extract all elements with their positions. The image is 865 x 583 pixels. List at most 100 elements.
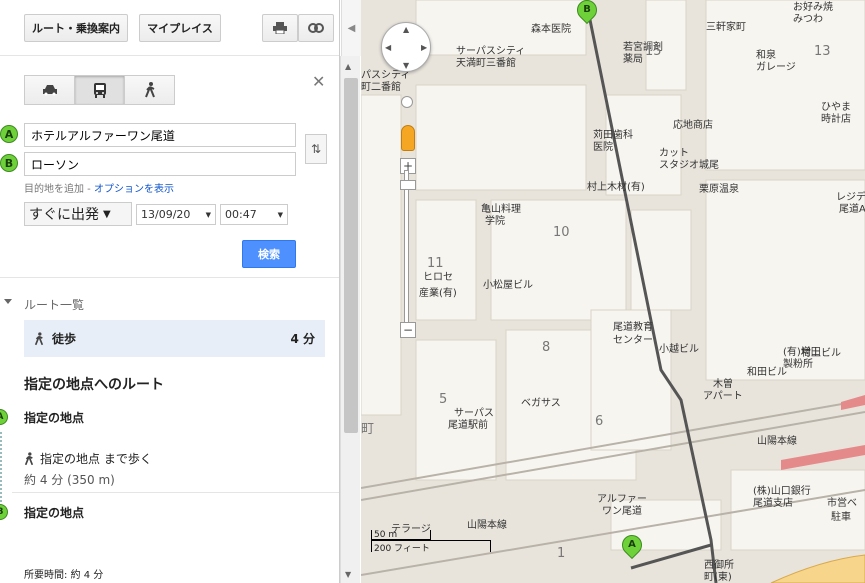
map-place-label[interactable]: 和泉 <box>756 50 776 61</box>
pan-down-icon[interactable]: ▼ <box>403 61 409 70</box>
scroll-down-icon[interactable]: ▼ <box>345 570 351 579</box>
map-place-label[interactable]: ひやま <box>821 102 851 113</box>
myplaces-button[interactable]: マイプレイス <box>139 14 221 42</box>
collapse-panel-button[interactable]: ◀ <box>341 0 361 56</box>
map-place-label[interactable]: 尾道教育 <box>613 322 653 333</box>
map-place-label[interactable]: ガレージ <box>756 62 796 73</box>
map-place-label[interactable]: サーパスシティ <box>456 46 525 57</box>
map-place-label[interactable]: スタジオ城尾 <box>659 160 719 171</box>
map-block-number: 5 <box>439 392 448 407</box>
map-place-label[interactable]: カット <box>659 148 689 159</box>
start-point-name: 指定の地点 <box>24 411 85 425</box>
map-place-label[interactable]: お好み焼 <box>793 2 833 13</box>
route-button[interactable]: ルート・乗換案内 <box>24 14 128 42</box>
pan-up-icon[interactable]: ▲ <box>403 25 409 34</box>
close-icon[interactable]: ✕ <box>312 72 325 91</box>
mode-transit-button[interactable] <box>74 75 125 105</box>
map-block-number: 6 <box>595 414 604 429</box>
map-place-label[interactable]: 森本医院 <box>531 24 571 35</box>
map-block-number: 15 <box>645 44 662 59</box>
map-place-label[interactable]: 亀山料理 <box>481 204 521 215</box>
map-place-label[interactable]: 小松屋ビル <box>483 280 533 291</box>
map-place-label[interactable]: (株)山口銀行 <box>753 486 811 497</box>
map-block-number: 10 <box>553 225 570 240</box>
map-place-label[interactable]: 応地商店 <box>673 120 713 131</box>
time-input[interactable]: 00:47 ▼ <box>220 204 288 225</box>
print-button[interactable] <box>262 14 298 42</box>
map-place-label[interactable]: 町(東) <box>704 572 732 583</box>
top-toolbar: ルート・乗換案内 マイプレイス <box>0 0 339 56</box>
start-pin-icon: A <box>0 409 8 425</box>
zoom-slider-thumb[interactable] <box>400 180 416 190</box>
map-place-label[interactable]: 西御所 <box>704 560 734 571</box>
add-destination-link[interactable]: 目的地を追加 <box>24 184 84 195</box>
map-place-label[interactable]: センター <box>613 335 653 346</box>
map-place-label[interactable]: 木曽 <box>713 379 733 390</box>
mode-walk-button[interactable] <box>124 75 175 105</box>
map-place-label[interactable]: アルファー <box>597 494 647 505</box>
route-option-duration: 4 分 <box>290 332 315 346</box>
panel-scrollbar[interactable] <box>340 56 360 583</box>
map-place-label[interactable]: 医院 <box>593 142 613 153</box>
map-place-label[interactable]: アパート <box>703 391 743 402</box>
pan-right-icon[interactable]: ▶ <box>421 43 427 52</box>
map-place-label[interactable]: サーパス <box>454 408 494 419</box>
routes-heading[interactable]: ルート一覧 <box>3 296 84 313</box>
map-place-label[interactable]: 村上木材(有) <box>587 182 645 193</box>
map-place-label[interactable]: 製粉所 <box>783 359 813 370</box>
zoom-slider[interactable]: + − <box>400 150 416 340</box>
origin-input[interactable] <box>24 123 296 147</box>
map-place-label[interactable]: レジデンス <box>836 192 865 203</box>
map-place-label[interactable]: 尾道支店 <box>753 498 793 509</box>
travel-mode-group <box>24 75 175 105</box>
search-button[interactable]: 検索 <box>242 240 296 268</box>
map-view[interactable]: 森本医院 三軒家町 お好み焼 みつわ サーパスシティ 天満町三番館 若宮調剤 薬局 和泉 ガレージ… <box>361 0 865 583</box>
map-place-label[interactable]: 町二番館 <box>361 82 401 93</box>
map-place-label[interactable]: 栗原温泉 <box>699 184 739 195</box>
map-place-label[interactable]: 天満町三番館 <box>456 58 516 69</box>
map-place-label[interactable]: 駐車 <box>831 512 851 523</box>
map-place-label[interactable]: ワン尾道 <box>602 506 642 517</box>
map-place-label[interactable]: 尾道A <box>839 204 865 215</box>
destination-input[interactable] <box>24 152 296 176</box>
zoom-out-button[interactable]: − <box>400 322 416 338</box>
swap-icon[interactable]: ⇅ <box>305 134 327 164</box>
link-button[interactable] <box>298 14 334 42</box>
map-place-label[interactable]: 尾道駅前 <box>448 420 488 431</box>
divider <box>12 492 339 493</box>
map-place-label[interactable]: 市営ベ <box>827 498 857 509</box>
map-place-label[interactable]: 時計店 <box>821 114 851 125</box>
dest-marker-icon: B <box>0 154 18 172</box>
chevron-left-icon: ◀ <box>347 22 356 34</box>
map-place-label[interactable]: ヒロセ <box>423 272 453 283</box>
map-place-label[interactable]: 薬局 <box>623 54 643 65</box>
mode-car-button[interactable] <box>24 75 75 105</box>
zoom-dot-icon[interactable] <box>401 96 413 108</box>
route-option-walk[interactable]: 徒歩 4 分 <box>24 320 325 357</box>
zoom-slider-track[interactable] <box>404 170 409 332</box>
map-block-number: 8 <box>542 340 551 355</box>
time-mode-select[interactable]: すぐに出発 ▼ <box>24 202 132 226</box>
show-options-link[interactable]: オプションを表示 <box>94 184 174 195</box>
map-place-label[interactable]: 苅田歯科 <box>593 130 633 141</box>
map-block-number: 1 <box>557 546 566 561</box>
map-place-label[interactable]: 小越ビル <box>659 344 699 355</box>
map-place-label[interactable]: 学院 <box>485 216 505 227</box>
map-place-label[interactable]: 和田ビル <box>747 367 787 378</box>
dropdown-arrow-icon: ▼ <box>103 208 111 220</box>
map-place-label[interactable]: ベガサス <box>521 398 561 409</box>
map-place-label[interactable]: 山陽本線 <box>757 436 797 447</box>
scroll-thumb[interactable] <box>344 78 358 433</box>
walk-step[interactable]: 指定の地点 まで歩く <box>24 450 152 467</box>
pan-control[interactable]: ▲ ▼ ◀ ▶ <box>381 22 431 72</box>
date-input[interactable]: 13/09/20 ▼ <box>136 204 216 225</box>
map-place-label[interactable]: みつわ <box>793 14 823 25</box>
scroll-up-icon[interactable]: ▲ <box>345 62 351 71</box>
pan-left-icon[interactable]: ◀ <box>385 43 391 52</box>
map-place-label[interactable]: 村上ビル <box>801 348 841 359</box>
map-place-label[interactable]: 三軒家町 <box>706 22 746 33</box>
map-pin-b-label: B <box>583 3 591 15</box>
end-point-name: 指定の地点 <box>24 506 85 520</box>
street-view-pegman-icon[interactable] <box>401 125 415 151</box>
map-place-label[interactable]: 産業(有) <box>419 288 457 299</box>
